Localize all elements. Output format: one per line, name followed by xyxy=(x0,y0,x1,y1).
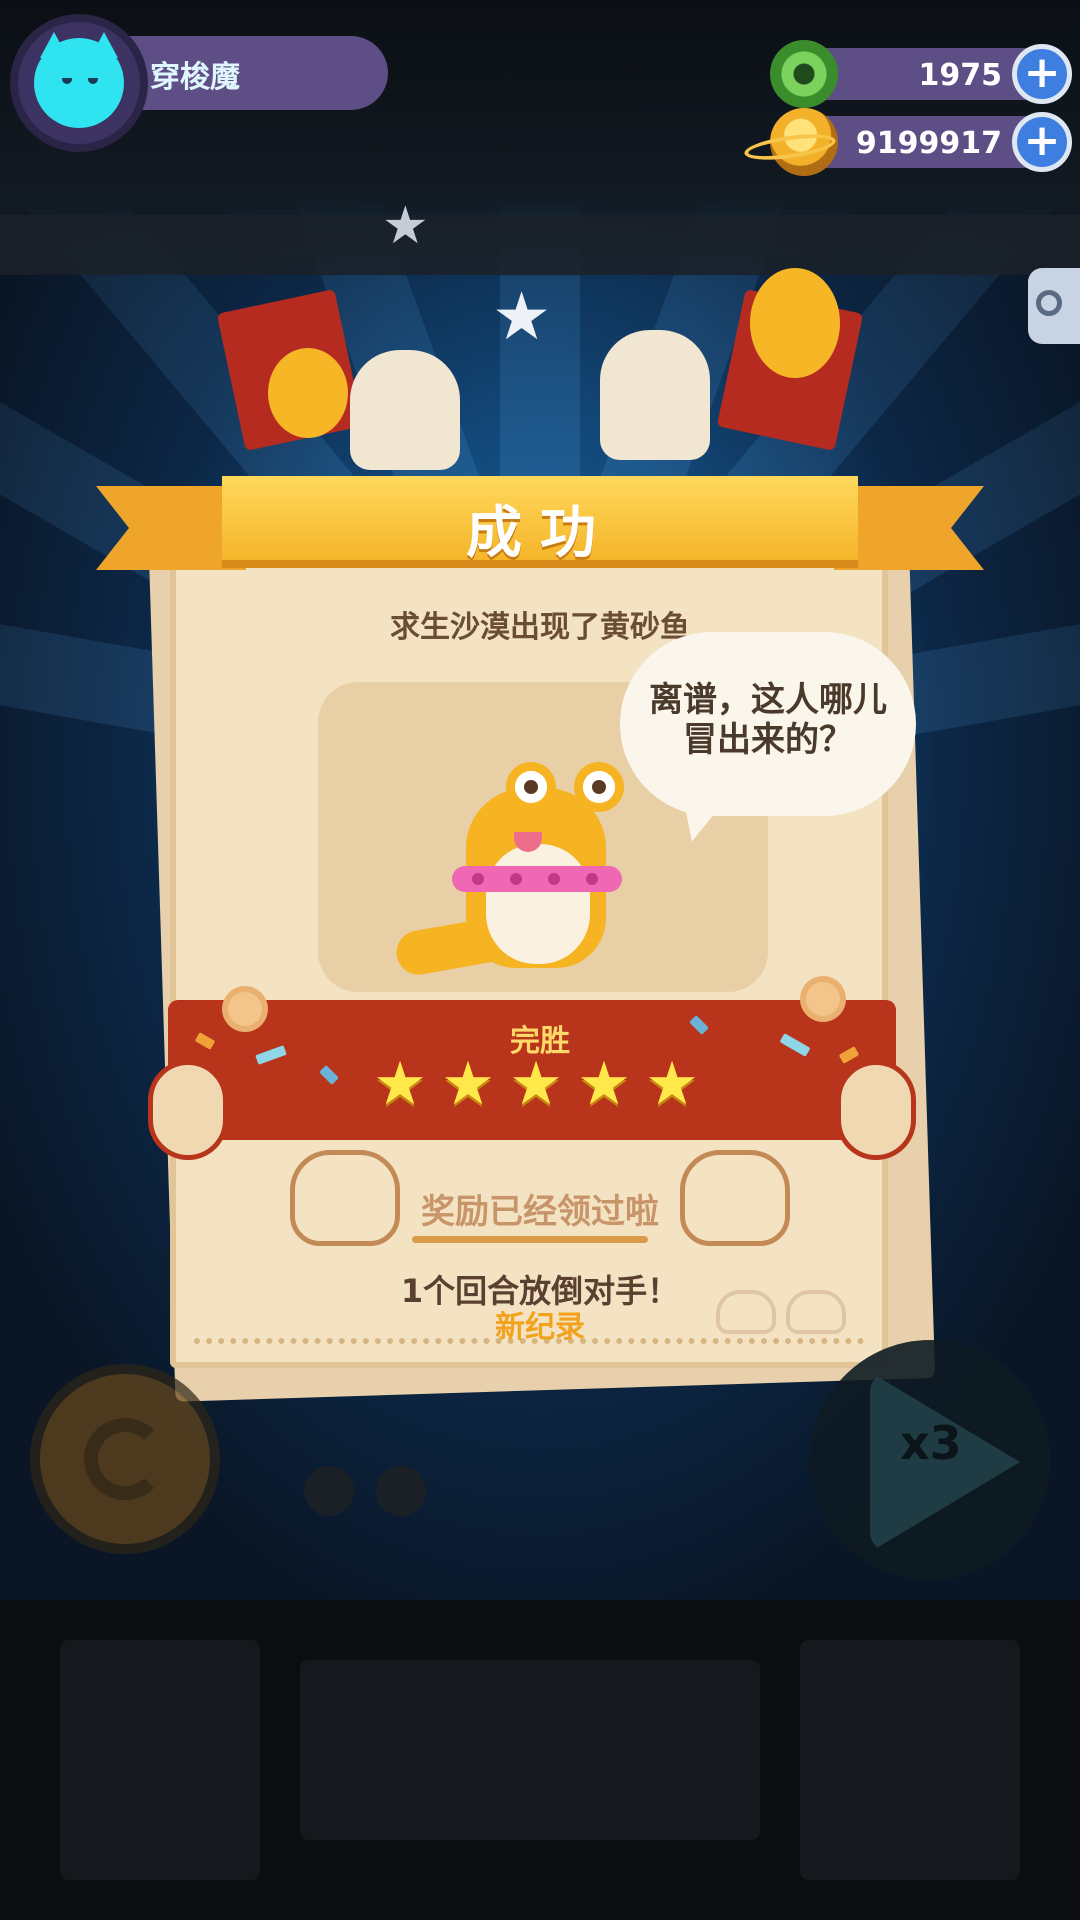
cat-eye-icon xyxy=(88,78,98,84)
cat-ear-icon xyxy=(90,32,118,58)
star-icon: ★ xyxy=(577,1049,631,1119)
flower-icon xyxy=(806,982,840,1016)
background-shelf xyxy=(0,215,1080,275)
star-rating: ★ ★ ★ ★ ★ xyxy=(370,1054,710,1118)
coin-value: 9199917 xyxy=(855,126,1002,161)
page-dot xyxy=(376,1466,426,1516)
gem-counter: 1975 + xyxy=(770,40,1072,108)
result-title: 成功 xyxy=(466,501,614,566)
player-name: 穿梭魔 xyxy=(150,60,240,95)
side-panel-tab[interactable] xyxy=(1028,268,1080,344)
star-icon: ★ xyxy=(509,1049,563,1119)
cat-eye-icon xyxy=(62,78,72,84)
speed-label: x3 xyxy=(900,1416,962,1470)
avatar[interactable] xyxy=(34,32,124,128)
star-icon: ★ xyxy=(382,196,429,256)
coin-counter: 9199917 + xyxy=(742,108,1072,176)
speech-text: 离谱，这人哪儿冒出来的？ xyxy=(649,680,887,760)
add-gem-button[interactable]: + xyxy=(1012,44,1072,104)
page-dot xyxy=(304,1466,354,1516)
star-icon: ★ xyxy=(645,1049,699,1119)
star-icon: ★ xyxy=(492,278,552,355)
reward-status: 奖励已经领过啦 xyxy=(421,1192,659,1232)
gem-value: 1975 xyxy=(918,58,1003,93)
star-icon: ★ xyxy=(373,1049,427,1119)
add-coin-button[interactable]: + xyxy=(1012,112,1072,172)
reward-underline xyxy=(412,1236,648,1243)
trumpet-icon xyxy=(268,348,348,438)
cat-trumpeter-right xyxy=(600,330,710,460)
cat-outline-icon xyxy=(786,1290,846,1334)
yellow-frog-character xyxy=(390,748,650,988)
cat-ear-icon xyxy=(40,32,68,58)
new-record-label: 新纪录 xyxy=(495,1310,585,1345)
trumpet-icon xyxy=(750,268,840,378)
cat-outline-icon xyxy=(716,1290,776,1334)
star-icon: ★ xyxy=(441,1049,495,1119)
retry-button[interactable] xyxy=(30,1364,220,1554)
bottom-scene xyxy=(0,1600,1080,1920)
refresh-icon xyxy=(84,1418,166,1500)
gold-planet-coin-icon xyxy=(742,108,838,176)
green-gem-icon xyxy=(770,40,838,108)
cat-trumpeter-left xyxy=(350,350,460,470)
ring-icon xyxy=(1036,290,1062,316)
result-subtitle: 求生沙漠出现了黄砂鱼 xyxy=(390,610,690,645)
